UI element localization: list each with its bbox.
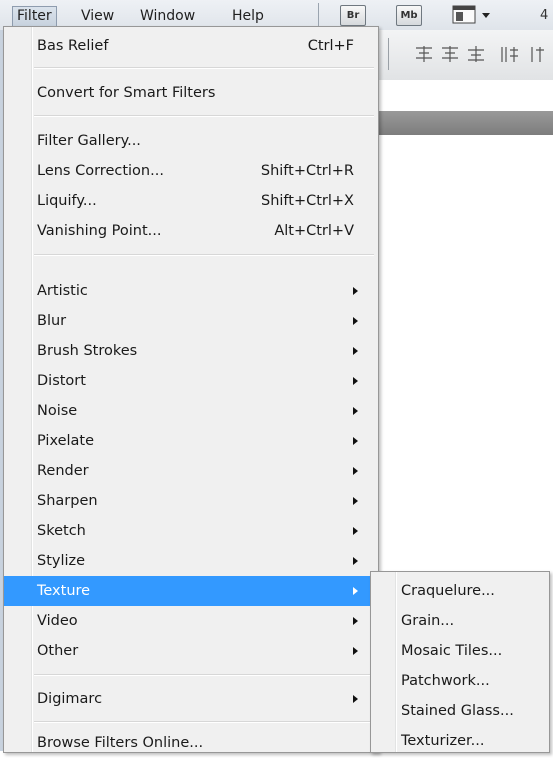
menu-item-lens-correction[interactable]: Lens Correction... Shift+Ctrl+R [4, 156, 376, 186]
filter-menu: Bas Relief Ctrl+F Convert for Smart Filt… [3, 26, 379, 753]
submenu-arrow-icon [353, 557, 358, 565]
menu-separator [34, 721, 374, 723]
submenu-item-patchwork[interactable]: Patchwork... [371, 666, 547, 696]
menu-separator [318, 3, 319, 27]
menu-item-label: Blur [37, 313, 67, 329]
menu-item-label: Digimarc [37, 691, 103, 707]
menu-help[interactable]: Help [228, 6, 268, 26]
bridge-button[interactable]: Br [340, 5, 366, 26]
menu-item-blur[interactable]: Blur [4, 306, 376, 336]
menu-item-label: Sketch [37, 523, 86, 539]
menu-item-label: Brush Strokes [37, 343, 138, 359]
menu-separator [34, 115, 374, 117]
menu-filter[interactable]: Filter [12, 6, 57, 28]
menu-item-label: Distort [37, 373, 86, 389]
menu-item-label: Craquelure... [401, 583, 495, 599]
menu-item-pixelate[interactable]: Pixelate [4, 426, 376, 456]
menu-item-noise[interactable]: Noise [4, 396, 376, 426]
menu-item-label: Noise [37, 403, 78, 419]
submenu-arrow-icon [353, 377, 358, 385]
menu-item-label: Vanishing Point... [37, 223, 162, 239]
menu-item-label: Lens Correction... [37, 163, 164, 179]
submenu-arrow-icon [353, 347, 358, 355]
menu-item-texture[interactable]: Texture [4, 576, 376, 606]
menu-item-liquify[interactable]: Liquify... Shift+Ctrl+X [4, 186, 376, 216]
submenu-arrow-icon [353, 317, 358, 325]
menu-item-label: Mosaic Tiles... [401, 643, 503, 659]
menu-item-filter-gallery[interactable]: Filter Gallery... [4, 126, 376, 156]
menu-item-label: Stained Glass... [401, 703, 514, 719]
menu-item-shortcut: Shift+Ctrl+X [261, 193, 354, 209]
menu-item-shortcut: Ctrl+F [307, 38, 354, 54]
menu-item-label: Sharpen [37, 493, 98, 509]
submenu-arrow-icon [353, 467, 358, 475]
submenu-item-craquelure[interactable]: Craquelure... [371, 576, 547, 606]
menu-separator [34, 674, 374, 676]
submenu-arrow-icon [353, 695, 358, 703]
submenu-arrow-icon [353, 647, 358, 655]
menu-item-distort[interactable]: Distort [4, 366, 376, 396]
truncated-text: 4 [540, 8, 549, 23]
submenu-arrow-icon [353, 407, 358, 415]
submenu-arrow-icon [353, 497, 358, 505]
submenu-arrow-icon [353, 287, 358, 295]
menu-item-label: Browse Filters Online... [37, 735, 204, 751]
menu-item-label: Texturizer... [401, 733, 485, 749]
menu-item-browse-filters-online[interactable]: Browse Filters Online... [4, 728, 376, 758]
menu-item-render[interactable]: Render [4, 456, 376, 486]
menu-item-label: Bas Relief [37, 38, 109, 54]
menu-item-digimarc[interactable]: Digimarc [4, 684, 376, 714]
menu-item-label: Video [37, 613, 78, 629]
menu-item-bas-relief[interactable]: Bas Relief Ctrl+F [4, 31, 376, 61]
menu-item-label: Texture [37, 583, 91, 599]
align-icons[interactable] [414, 44, 553, 70]
menu-item-sketch[interactable]: Sketch [4, 516, 376, 546]
menu-item-video[interactable]: Video [4, 606, 376, 636]
menu-item-artistic[interactable]: Artistic [4, 276, 376, 306]
options-separator [388, 38, 389, 70]
menu-item-label: Pixelate [37, 433, 95, 449]
menu-item-label: Liquify... [37, 193, 97, 209]
submenu-item-mosaic-tiles[interactable]: Mosaic Tiles... [371, 636, 547, 666]
menu-item-brush-strokes[interactable]: Brush Strokes [4, 336, 376, 366]
submenu-item-texturizer[interactable]: Texturizer... [371, 726, 547, 756]
panel-header-strip [378, 111, 553, 135]
texture-submenu: Craquelure... Grain... Mosaic Tiles... P… [370, 571, 550, 753]
menu-item-label: Filter Gallery... [37, 133, 141, 149]
menu-item-shortcut: Alt+Ctrl+V [274, 223, 354, 239]
submenu-item-grain[interactable]: Grain... [371, 606, 547, 636]
menu-item-label: Render [37, 463, 89, 479]
menu-item-label: Other [37, 643, 79, 659]
menu-item-label: Stylize [37, 553, 86, 569]
menu-item-shortcut: Shift+Ctrl+R [260, 163, 354, 179]
menu-item-label: Grain... [401, 613, 455, 629]
menu-item-other[interactable]: Other [4, 636, 376, 666]
menu-window[interactable]: Window [136, 6, 199, 26]
screen-mode-icon[interactable] [452, 5, 500, 29]
submenu-arrow-icon [353, 617, 358, 625]
menu-separator [34, 67, 374, 69]
submenu-arrow-icon [353, 587, 358, 595]
menu-item-sharpen[interactable]: Sharpen [4, 486, 376, 516]
menu-item-vanishing-point[interactable]: Vanishing Point... Alt+Ctrl+V [4, 216, 376, 246]
menu-item-stylize[interactable]: Stylize [4, 546, 376, 576]
menu-view[interactable]: View [77, 6, 118, 26]
submenu-arrow-icon [353, 527, 358, 535]
submenu-item-stained-glass[interactable]: Stained Glass... [371, 696, 547, 726]
menu-item-label: Patchwork... [401, 673, 490, 689]
menu-item-label: Convert for Smart Filters [37, 85, 216, 101]
mini-bridge-button[interactable]: Mb [396, 5, 422, 26]
menu-item-label: Artistic [37, 283, 88, 299]
submenu-arrow-icon [353, 437, 358, 445]
menu-separator [34, 254, 374, 256]
menu-item-convert-smart-filters[interactable]: Convert for Smart Filters [4, 78, 376, 108]
